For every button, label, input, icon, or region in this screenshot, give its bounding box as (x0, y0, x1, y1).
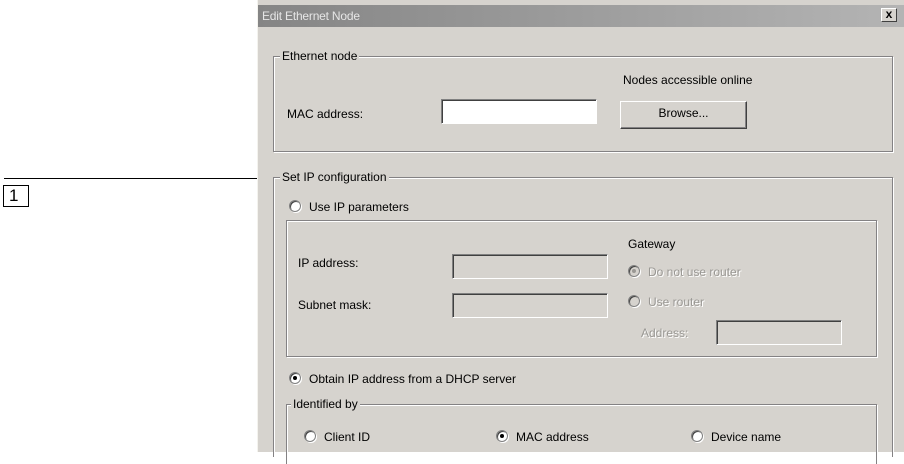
close-button[interactable]: x (881, 8, 897, 22)
obtain-ip-dhcp-radio[interactable] (289, 372, 301, 384)
callout-label-box: 1 (3, 185, 29, 207)
router-address-input[interactable] (716, 320, 842, 345)
identified-by-legend: Identified by (291, 396, 360, 412)
client-id-label: Client ID (324, 430, 371, 444)
browse-button[interactable]: Browse... (620, 101, 747, 129)
nodes-accessible-online-label: Nodes accessible online (623, 73, 753, 87)
radio-selected-dot (632, 269, 636, 273)
radio-selected-dot (500, 434, 504, 438)
browse-button-label: Browse... (658, 106, 709, 120)
subnet-mask-input[interactable] (452, 293, 608, 318)
mac-address-radio-label: MAC address (516, 430, 589, 444)
ip-configuration-legend: Set IP configuration (280, 169, 389, 185)
router-address-label: Address: (641, 326, 689, 340)
subnet-mask-label: Subnet mask: (298, 298, 372, 312)
ip-address-input[interactable] (452, 254, 608, 279)
use-router-label: Use router (648, 295, 705, 309)
ip-address-label: IP address: (298, 256, 359, 270)
dialog-titlebar[interactable]: Edit Ethernet Node x (258, 5, 904, 27)
do-not-use-router-label: Do not use router (648, 265, 741, 279)
client-id-radio[interactable] (304, 430, 316, 442)
dialog-title: Edit Ethernet Node (262, 9, 360, 23)
gateway-title: Gateway (628, 237, 676, 251)
mac-address-label: MAC address: (287, 107, 364, 121)
edit-ethernet-node-dialog: Edit Ethernet Node x Ethernet node Nodes… (257, 0, 904, 464)
ethernet-node-legend: Ethernet node (280, 48, 360, 64)
device-name-radio[interactable] (691, 430, 703, 442)
use-ip-parameters-radio[interactable] (289, 200, 301, 212)
callout-number: 1 (9, 186, 19, 205)
do-not-use-router-radio[interactable] (628, 265, 640, 277)
use-router-radio[interactable] (628, 295, 640, 307)
mac-address-radio[interactable] (496, 430, 508, 442)
mac-address-input[interactable] (441, 99, 597, 124)
device-name-label: Device name (711, 430, 782, 444)
close-icon: x (885, 7, 893, 21)
obtain-ip-dhcp-label: Obtain IP address from a DHCP server (309, 372, 516, 386)
use-ip-parameters-label: Use IP parameters (309, 200, 409, 214)
radio-selected-dot (293, 376, 297, 380)
callout-line (4, 178, 260, 179)
